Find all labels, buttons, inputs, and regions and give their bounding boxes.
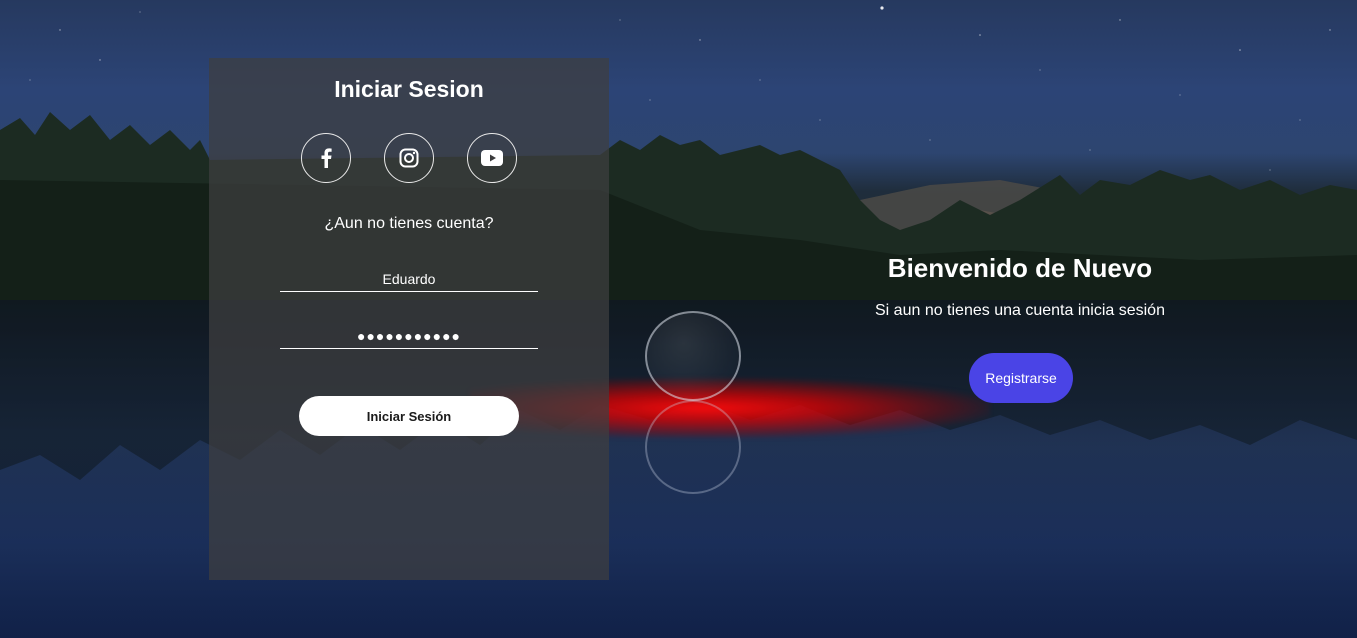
social-login-row <box>209 133 609 183</box>
instagram-icon <box>399 148 419 168</box>
youtube-button[interactable] <box>467 133 517 183</box>
username-input[interactable] <box>280 267 538 292</box>
welcome-subtitle: Si aun no tienes una cuenta inicia sesió… <box>875 302 1165 319</box>
login-panel: Iniciar Sesion ¿Aun no tienes cuenta? Ed… <box>209 58 609 580</box>
no-account-question: ¿Aun no tienes cuenta? <box>324 215 494 232</box>
glass-orb <box>645 311 741 401</box>
facebook-icon <box>321 148 332 168</box>
background-scene: Iniciar Sesion ¿Aun no tienes cuenta? Ed… <box>0 0 1357 638</box>
login-title: Iniciar Sesion <box>334 76 484 102</box>
facebook-button[interactable] <box>301 133 351 183</box>
login-submit-button[interactable]: Iniciar Sesión <box>299 396 519 436</box>
instagram-button[interactable] <box>384 133 434 183</box>
register-button[interactable]: Registrarse <box>969 353 1073 403</box>
glass-orb-reflection <box>645 400 741 494</box>
youtube-icon <box>481 150 503 166</box>
password-input[interactable] <box>280 324 538 349</box>
welcome-title: Bienvenido de Nuevo <box>887 253 1153 283</box>
